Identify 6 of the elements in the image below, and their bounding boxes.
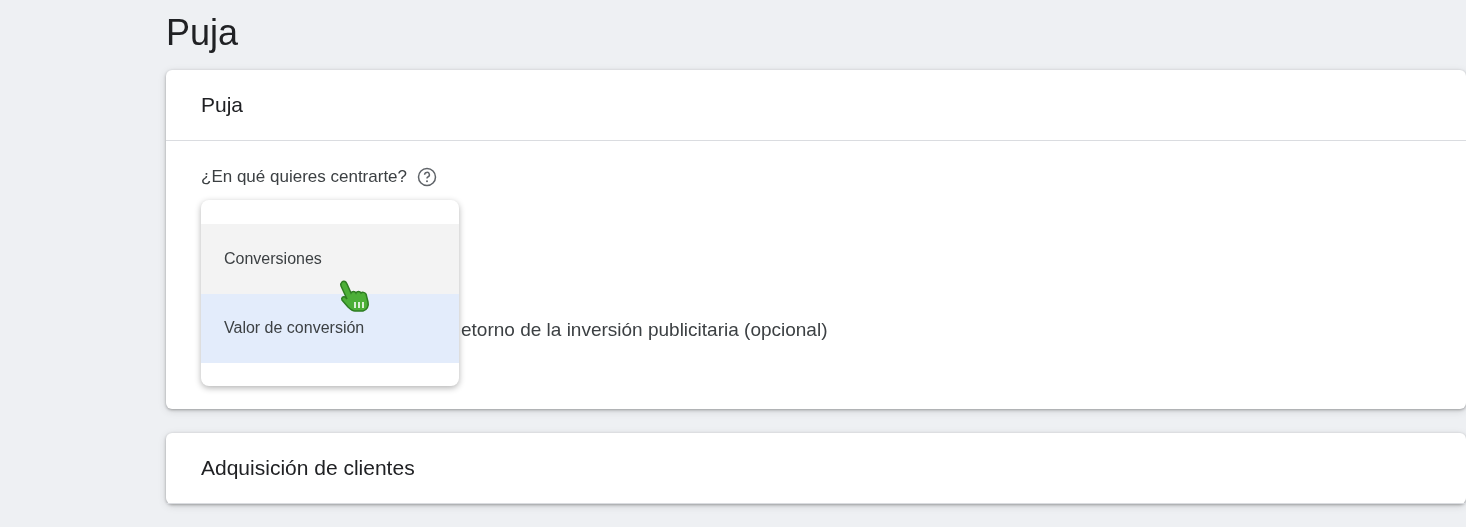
- menu-option[interactable]: Valor de conversión: [201, 293, 459, 363]
- card-title: Puja: [201, 93, 244, 117]
- field-label: ¿En qué quieres centrarte?: [201, 167, 407, 187]
- card-title: Adquisición de clientes: [201, 456, 415, 480]
- checkbox-label: etorno de la inversión publicitaria (opcional): [461, 319, 828, 341]
- page-title: Puja: [166, 14, 239, 52]
